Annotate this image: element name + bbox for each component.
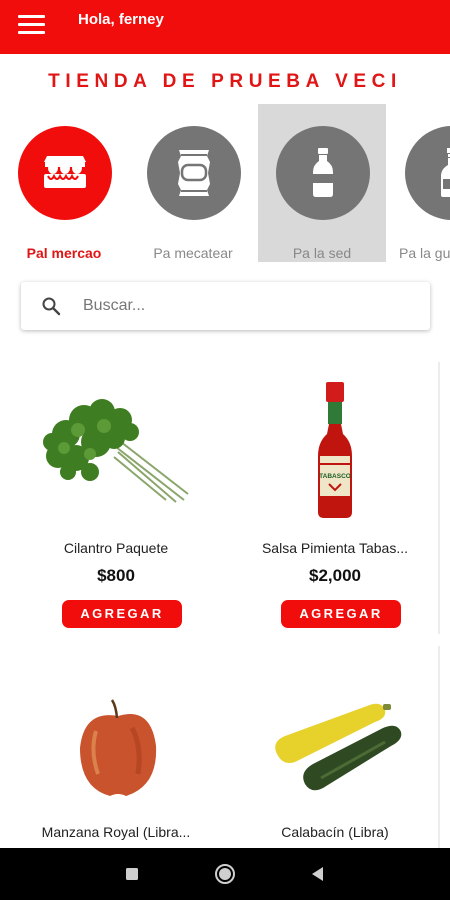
- search-input[interactable]: [83, 292, 413, 320]
- greeting-text: Hola, ferney: [78, 11, 164, 28]
- search-icon: [42, 297, 61, 316]
- category-label: Pa la gu: [399, 245, 450, 261]
- category-carousel[interactable]: Pal mercao Pa mecatear Pa la sed Pa la g…: [0, 104, 450, 264]
- home-icon[interactable]: [213, 862, 237, 886]
- category-pa-la-gu[interactable]: Pa la gu: [387, 104, 450, 262]
- product-name: Salsa Pimienta Tabas...: [261, 540, 409, 556]
- product-grid[interactable]: Cilantro Paquete $800 AGREGAR TABASCO Sa…: [0, 362, 450, 848]
- category-label: Pa la sed: [292, 245, 352, 261]
- category-circle: [147, 126, 241, 220]
- category-circle: [405, 126, 450, 220]
- liquor-bottle-icon: [441, 148, 450, 197]
- recent-apps-icon[interactable]: [120, 862, 144, 886]
- product-card[interactable]: Cilantro Paquete $800 AGREGAR: [6, 362, 226, 646]
- product-price: $2,000: [309, 566, 361, 585]
- store-title: TIENDA DE PRUEBA VECI: [48, 71, 402, 92]
- egg-carton-icon: [44, 156, 86, 188]
- system-navigation-bar: [0, 848, 450, 900]
- category-pal-mercao[interactable]: Pal mercao: [0, 104, 128, 262]
- product-name: Manzana Royal (Libra...: [41, 824, 191, 840]
- snack-bag-icon: [178, 150, 210, 196]
- product-card[interactable]: TABASCO Salsa Pimienta Tabas... $2,000 A…: [225, 362, 445, 646]
- product-image-tabasco: TABASCO: [225, 372, 445, 522]
- soda-bottle-icon: [313, 148, 333, 197]
- add-to-cart-button[interactable]: AGREGAR: [62, 600, 182, 628]
- product-card[interactable]: Calabacín (Libra): [225, 646, 445, 848]
- search-bar[interactable]: [21, 282, 430, 330]
- product-name: Calabacín (Libra): [281, 824, 389, 840]
- product-card[interactable]: Manzana Royal (Libra...: [6, 646, 226, 848]
- category-label: Pal mercao: [26, 245, 102, 261]
- category-pa-la-sed[interactable]: Pa la sed: [258, 104, 386, 262]
- product-image-cilantro: [6, 372, 226, 522]
- tabasco-label-text: TABASCO: [319, 473, 351, 480]
- product-image-zucchini: [225, 656, 445, 806]
- back-icon[interactable]: [306, 862, 330, 886]
- category-pa-mecatear[interactable]: Pa mecatear: [129, 104, 257, 262]
- category-label: Pa mecatear: [153, 245, 233, 261]
- add-to-cart-button[interactable]: AGREGAR: [281, 600, 401, 628]
- category-circle: [276, 126, 370, 220]
- product-image-apple: [6, 656, 226, 806]
- product-price: $800: [97, 566, 135, 585]
- category-circle: [18, 126, 112, 220]
- hamburger-menu-icon[interactable]: [16, 12, 48, 36]
- app-bar: Hola, ferney: [0, 0, 450, 54]
- product-name: Cilantro Paquete: [63, 540, 169, 556]
